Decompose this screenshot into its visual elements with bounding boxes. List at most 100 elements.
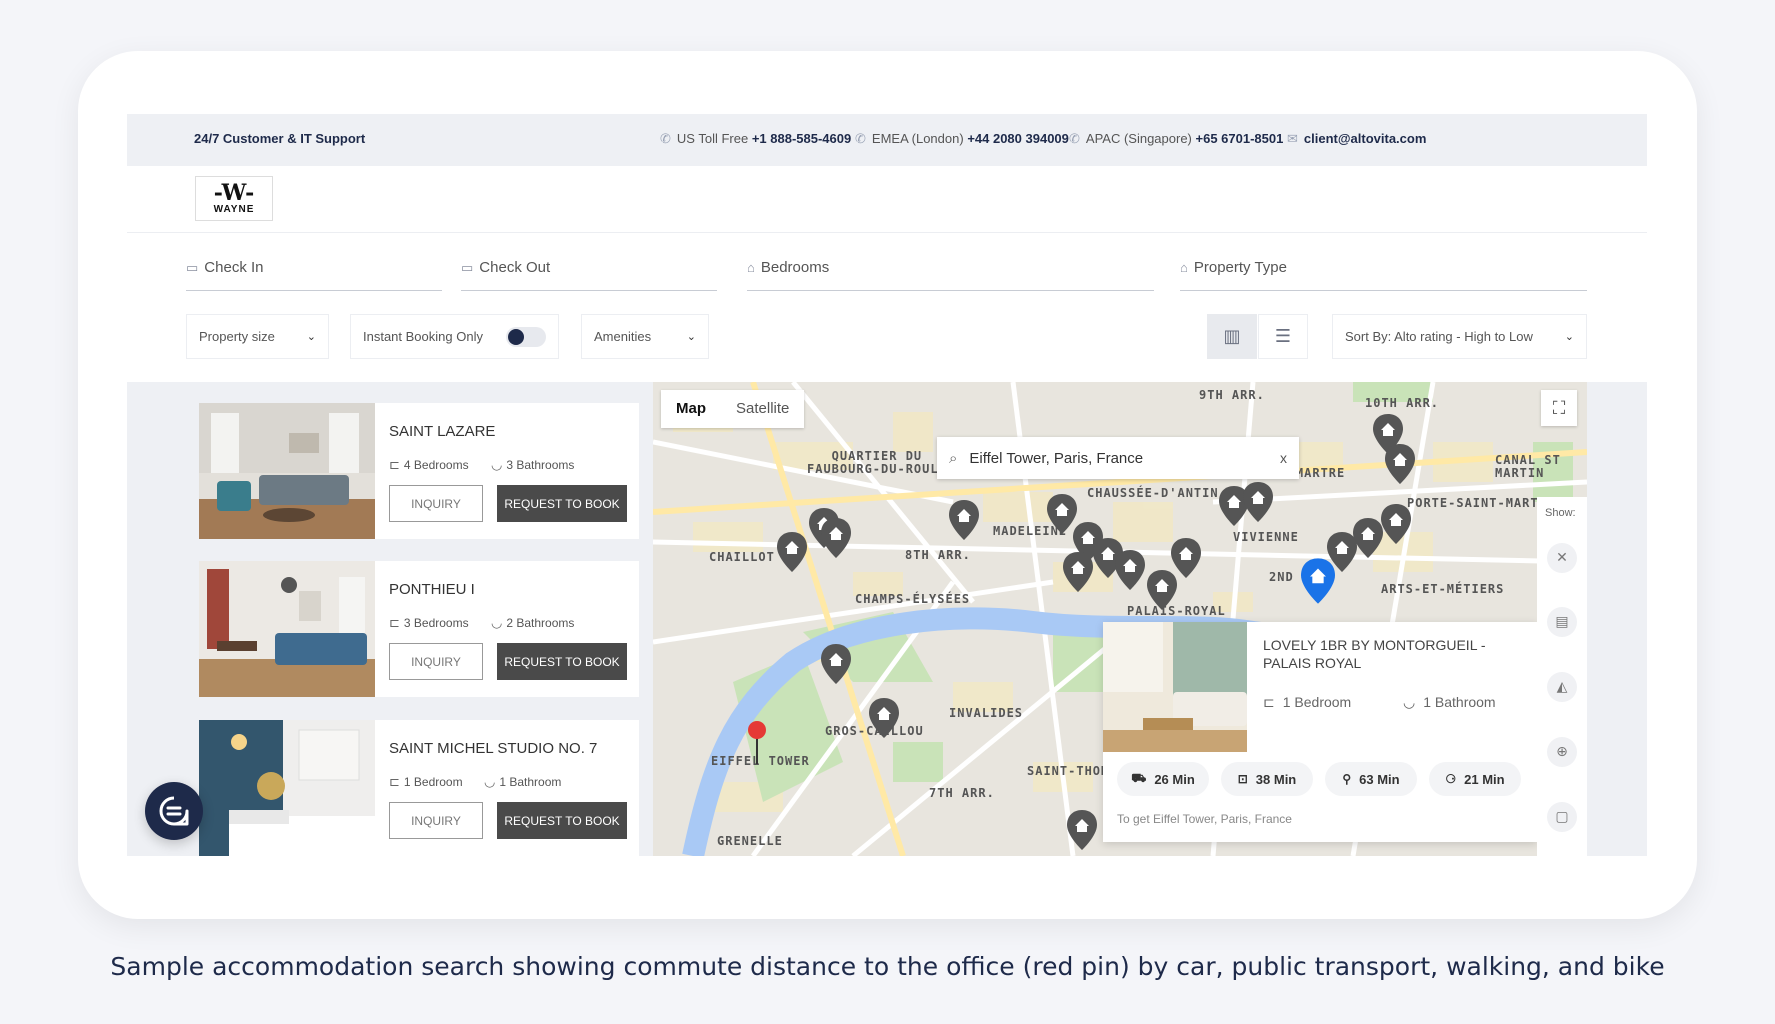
- calendar-icon: ▭: [461, 260, 474, 275]
- phone-icon: ✆: [855, 131, 866, 146]
- mail-icon: ✉: [1287, 131, 1298, 146]
- tab-map[interactable]: Map: [661, 390, 721, 428]
- home-icon: ⌂: [1180, 260, 1188, 275]
- check-out-field[interactable]: ▭ Check Out: [461, 255, 717, 291]
- map-label: ARTS-ET-MÉTIERS: [1381, 582, 1505, 596]
- chevron-down-icon: ⌄: [306, 331, 316, 343]
- map-label: CHAUSSÉE-D'ANTIN: [1087, 486, 1219, 500]
- shopping-icon[interactable]: ▢: [1547, 802, 1577, 832]
- map-search-box[interactable]: ⌕ Eiffel Tower, Paris, France x: [937, 437, 1299, 479]
- map-label: QUARTIER DU FAUBOURG-DU-ROULE: [807, 449, 947, 476]
- property-pin[interactable]: [1381, 504, 1411, 544]
- figure-caption: Sample accommodation search showing comm…: [110, 952, 1665, 981]
- us-phone[interactable]: ✆ US Toll Free +1 888-585-4609: [660, 131, 851, 147]
- instant-booking-filter: Instant Booking Only: [350, 314, 559, 359]
- property-pin[interactable]: [821, 518, 851, 558]
- bathrooms-count: ◡ 1 Bathroom: [484, 774, 562, 789]
- office-pin[interactable]: [747, 720, 767, 764]
- listing-card[interactable]: PONTHIEU I ⊏ 3 Bedrooms ◡ 2 Bathrooms INQU…: [199, 561, 639, 697]
- chat-button[interactable]: [145, 782, 203, 840]
- fullscreen-button[interactable]: ⛶: [1541, 390, 1577, 426]
- results-area: SAINT LAZARE ⊏ 4 Bedrooms ◡ 3 Bathrooms IN…: [127, 382, 1647, 856]
- request-to-book-button[interactable]: REQUEST TO BOOK: [497, 643, 627, 680]
- commute-car[interactable]: ⛟ 26 Min: [1117, 762, 1209, 796]
- bath-icon: ◡: [1403, 694, 1416, 710]
- bedrooms-field[interactable]: ⌂ Bedrooms: [747, 255, 1154, 291]
- map-label: CANAL ST MARTIN: [1495, 453, 1561, 480]
- listing-card[interactable]: SAINT MICHEL STUDIO NO. 7 ⊏ 1 Bedroom ◡ 1 …: [199, 720, 639, 856]
- phone-icon: ✆: [1069, 131, 1080, 146]
- tab-satellite[interactable]: Satellite: [721, 390, 804, 428]
- instant-booking-toggle[interactable]: [506, 326, 546, 347]
- property-pin[interactable]: [821, 644, 851, 684]
- phone-icon: ✆: [660, 131, 671, 146]
- property-pin[interactable]: [949, 500, 979, 540]
- commute-walk[interactable]: ⚲ 63 Min: [1325, 762, 1417, 796]
- property-pin[interactable]: [1171, 538, 1201, 578]
- clear-search-button[interactable]: x: [1280, 450, 1287, 466]
- amenities-dropdown[interactable]: Amenities ⌄: [581, 314, 709, 359]
- map-view-button[interactable]: ▥: [1207, 314, 1257, 359]
- property-pin[interactable]: [1063, 552, 1093, 592]
- commute-transit[interactable]: ⊡ 38 Min: [1221, 762, 1313, 796]
- bedrooms-count: ⊏ 4 Bedrooms: [389, 457, 469, 472]
- commute-bike[interactable]: ⚆ 21 Min: [1429, 762, 1521, 796]
- listing-title[interactable]: SAINT MICHEL STUDIO NO. 7: [389, 740, 597, 757]
- property-pin[interactable]: [869, 698, 899, 738]
- restaurant-icon[interactable]: ✕: [1547, 543, 1577, 573]
- map-label: 8TH ARR.: [905, 548, 971, 562]
- listing-photo[interactable]: [199, 561, 375, 697]
- map-poi-sidebar: Show: ✕ ▤ ◭ ⊕ ▢: [1537, 497, 1587, 856]
- map-label: 7TH ARR.: [929, 786, 995, 800]
- popup-photo[interactable]: [1103, 622, 1247, 752]
- school-icon[interactable]: ◭: [1547, 672, 1577, 702]
- property-pin[interactable]: [1067, 810, 1097, 850]
- listing-title[interactable]: PONTHIEU I: [389, 581, 475, 598]
- map-label: GRENELLE: [717, 834, 783, 848]
- support-email[interactable]: ✉ client@altovita.com: [1287, 131, 1426, 147]
- map-label: CHAILLOT: [709, 550, 775, 564]
- booking-app: 24/7 Customer & IT Support ✆ US Toll Free…: [127, 114, 1647, 856]
- bed-icon: ⊏: [389, 774, 400, 789]
- company-logo[interactable]: -W- WAYNE: [195, 176, 273, 221]
- request-to-book-button[interactable]: REQUEST TO BOOK: [497, 802, 627, 839]
- property-pin[interactable]: [777, 532, 807, 572]
- selected-property-pin[interactable]: [1301, 558, 1335, 604]
- property-pin[interactable]: [1385, 444, 1415, 484]
- emea-phone[interactable]: ✆ EMEA (London) +44 2080 394009: [855, 131, 1069, 147]
- fullscreen-icon: ⛶: [1552, 397, 1566, 419]
- request-to-book-button[interactable]: REQUEST TO BOOK: [497, 485, 627, 522]
- support-bar: 24/7 Customer & IT Support ✆ US Toll Free…: [127, 114, 1647, 166]
- bath-icon: ◡: [484, 774, 496, 789]
- property-type-field[interactable]: ⌂ Property Type: [1180, 255, 1587, 291]
- listing-card[interactable]: SAINT LAZARE ⊏ 4 Bedrooms ◡ 3 Bathrooms IN…: [199, 403, 639, 539]
- bed-icon: ⊏: [389, 615, 400, 630]
- inquiry-button[interactable]: INQUIRY: [389, 802, 483, 839]
- map-label: 10TH ARR.: [1365, 396, 1440, 410]
- check-in-field[interactable]: ▭ Check In: [186, 255, 442, 291]
- popup-title[interactable]: LOVELY 1BR BY MONTORGUEIL - PALAIS ROYAL: [1263, 636, 1523, 672]
- inquiry-button[interactable]: INQUIRY: [389, 485, 483, 522]
- sort-dropdown[interactable]: Sort By: Alto rating - High to Low ⌄: [1332, 314, 1587, 359]
- property-size-dropdown[interactable]: Property size ⌄: [186, 314, 329, 359]
- map-search-input[interactable]: Eiffel Tower, Paris, France: [969, 450, 1143, 467]
- property-popup[interactable]: LOVELY 1BR BY MONTORGUEIL - PALAIS ROYAL…: [1103, 622, 1537, 842]
- bath-icon: ◡: [491, 457, 503, 472]
- inquiry-button[interactable]: INQUIRY: [389, 643, 483, 680]
- map-label: CHAMPS-ÉLYSÉES: [855, 592, 971, 606]
- listing-photo[interactable]: [199, 720, 375, 856]
- list-view-button[interactable]: ☰: [1258, 314, 1308, 359]
- listing-photo[interactable]: [199, 403, 375, 539]
- map-label: PORTE-SAINT-MARTIN: [1407, 496, 1556, 510]
- health-icon[interactable]: ⊕: [1547, 737, 1577, 767]
- map-view[interactable]: Map Satellite ⛶ 9TH ARR. 10TH ARR. QUART…: [653, 382, 1587, 856]
- bike-icon: ⚆: [1445, 772, 1457, 786]
- bed-icon: ⌂: [747, 260, 755, 275]
- property-pin[interactable]: [1243, 482, 1273, 522]
- listing-title[interactable]: SAINT LAZARE: [389, 423, 495, 440]
- property-pin[interactable]: [1353, 518, 1383, 558]
- toggle-knob: [508, 328, 524, 345]
- apac-phone[interactable]: ✆ APAC (Singapore) +65 6701-8501: [1069, 131, 1283, 147]
- property-pin[interactable]: [1115, 550, 1145, 590]
- transport-icon[interactable]: ▤: [1547, 607, 1577, 637]
